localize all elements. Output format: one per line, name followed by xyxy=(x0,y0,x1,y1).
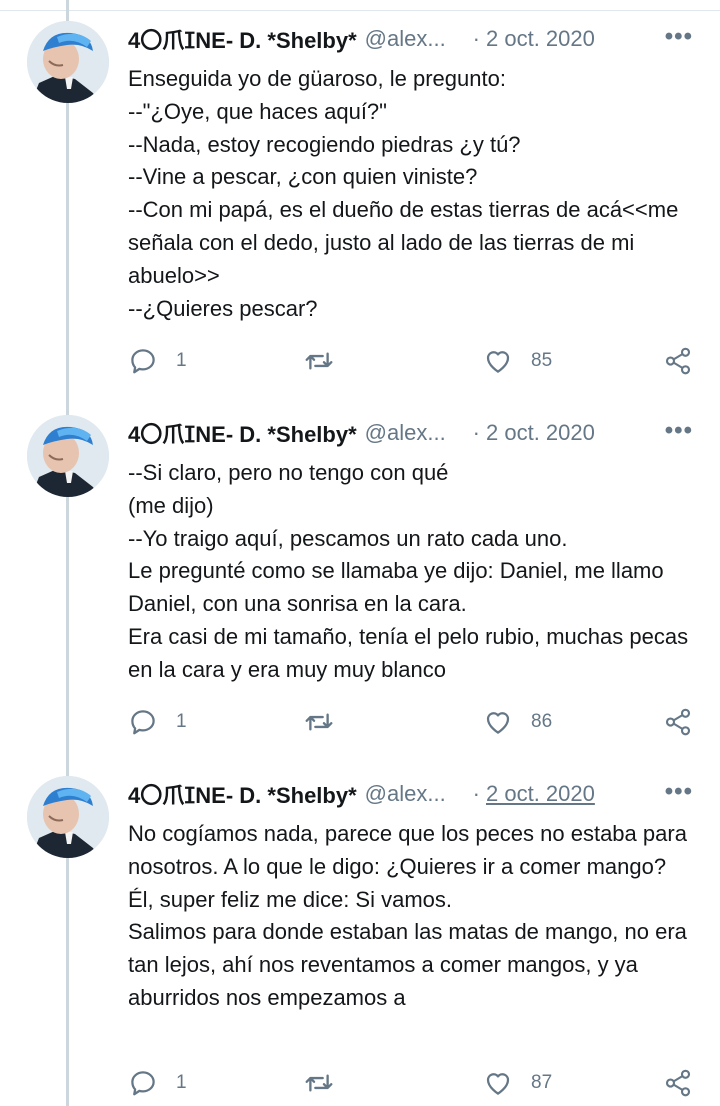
thread-connector-line xyxy=(66,0,69,1106)
retweet-button[interactable] xyxy=(303,705,335,739)
tweet-actions: 1 87 xyxy=(128,1066,698,1100)
heart-icon xyxy=(486,351,510,373)
share-button[interactable] xyxy=(663,344,693,378)
separator-dot: · xyxy=(472,420,480,445)
separator-dot: · xyxy=(472,26,480,51)
author-handle[interactable]: @alex... xyxy=(365,420,457,446)
tweet-header: 4〇爪ⵊNE- D. *Shelby* @alex... · 2 oct. 20… xyxy=(128,776,693,812)
tweet-text: No cogíamos nada, parece que los peces n… xyxy=(128,821,687,1010)
tweet-header: 4〇爪ⵊNE- D. *Shelby* @alex... · 2 oct. 20… xyxy=(128,415,693,451)
retweet-icon xyxy=(305,713,333,731)
heart-icon xyxy=(486,712,510,734)
tweet-actions: 1 85 xyxy=(128,344,698,378)
avatar-portrait-image xyxy=(27,21,109,103)
more-icon[interactable]: ••• xyxy=(665,23,693,51)
reply-button[interactable]: 1 xyxy=(128,344,187,378)
tweet-actions: 1 86 xyxy=(128,705,698,739)
avatar[interactable] xyxy=(27,776,109,858)
share-icon xyxy=(665,1069,691,1097)
like-button[interactable]: 85 xyxy=(483,344,552,378)
reply-icon xyxy=(131,710,155,735)
tweet-header: 4〇爪ⵊNE- D. *Shelby* @alex... · 2 oct. 20… xyxy=(128,21,693,57)
more-icon[interactable]: ••• xyxy=(665,417,693,445)
retweet-icon xyxy=(305,352,333,370)
author-name[interactable]: 4〇爪ⵊNE- D. *Shelby* xyxy=(128,23,357,55)
tweet-text: Enseguida yo de güaroso, le pregunto: --… xyxy=(128,66,679,321)
author-name[interactable]: 4〇爪ⵊNE- D. *Shelby* xyxy=(128,778,357,810)
reply-button[interactable]: 1 xyxy=(128,705,187,739)
top-divider xyxy=(0,0,720,11)
author-handle[interactable]: @alex... xyxy=(365,26,457,52)
author-name[interactable]: 4〇爪ⵊNE- D. *Shelby* xyxy=(128,417,357,449)
reply-count: 1 xyxy=(176,1072,187,1093)
reply-icon xyxy=(131,1071,155,1096)
like-button[interactable]: 87 xyxy=(483,1066,552,1100)
avatar[interactable] xyxy=(27,415,109,497)
reply-button[interactable]: 1 xyxy=(128,1066,187,1100)
retweet-button[interactable] xyxy=(303,344,335,378)
reply-count: 1 xyxy=(176,711,187,732)
share-icon xyxy=(665,708,691,736)
like-count: 85 xyxy=(531,350,553,371)
share-icon xyxy=(665,347,691,375)
avatar-portrait-image xyxy=(27,415,109,497)
like-button[interactable]: 86 xyxy=(483,705,552,739)
retweet-icon xyxy=(305,1074,333,1092)
share-button[interactable] xyxy=(663,1066,693,1100)
tweet-date[interactable]: 2 oct. 2020 xyxy=(486,420,595,446)
reply-icon xyxy=(131,349,155,374)
heart-icon xyxy=(486,1073,510,1095)
tweet-date[interactable]: 2 oct. 2020 xyxy=(486,781,595,807)
avatar-portrait-image xyxy=(27,776,109,858)
like-count: 86 xyxy=(531,711,553,732)
avatar[interactable] xyxy=(27,21,109,103)
like-count: 87 xyxy=(531,1072,553,1093)
reply-count: 1 xyxy=(176,350,187,371)
author-handle[interactable]: @alex... xyxy=(365,781,457,807)
more-icon[interactable]: ••• xyxy=(665,778,693,806)
retweet-button[interactable] xyxy=(303,1066,335,1100)
tweet-text: --Si claro, pero no tengo con qué (me di… xyxy=(128,460,689,682)
tweet-date[interactable]: 2 oct. 2020 xyxy=(486,26,595,52)
share-button[interactable] xyxy=(663,705,693,739)
separator-dot: · xyxy=(472,781,480,806)
